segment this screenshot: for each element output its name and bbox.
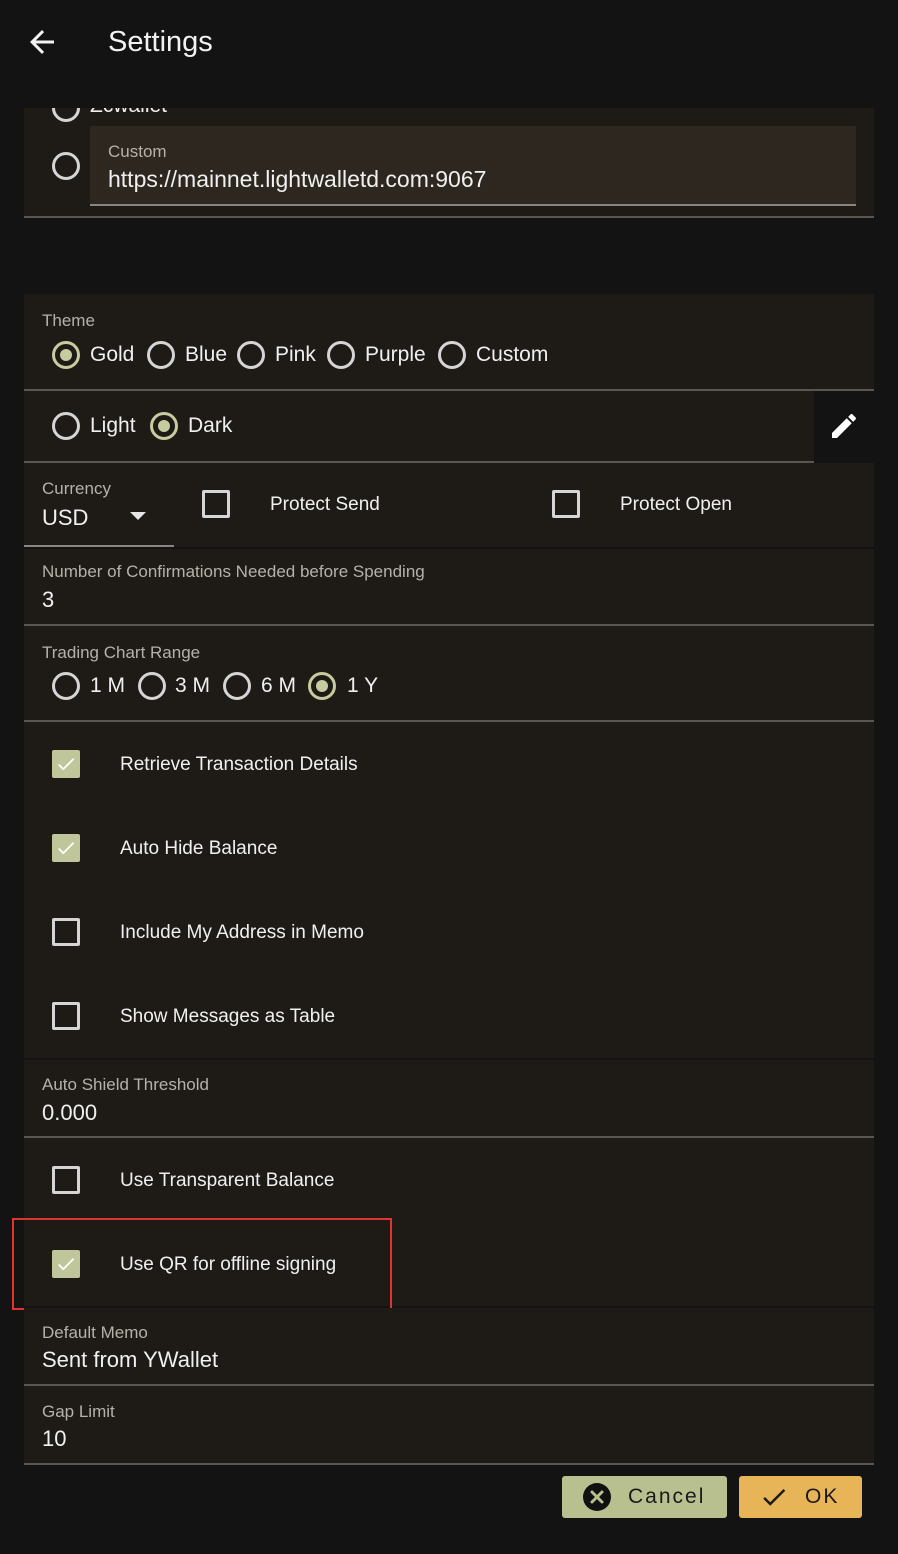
default-memo-label: Default Memo <box>42 1323 148 1342</box>
check-icon <box>763 1489 786 1506</box>
theme-card: Theme Gold Blue Pink Purple Custom <box>24 294 874 389</box>
cancel-button[interactable]: Cancel <box>562 1476 727 1518</box>
auto-shield-label: Auto Shield Threshold <box>42 1075 209 1094</box>
gap-limit-value: 10 <box>42 1426 67 1451</box>
auto-shield-field[interactable]: Auto Shield Threshold 0.000 <box>24 1060 874 1136</box>
server-option-radio[interactable] <box>52 108 80 122</box>
protect-open-label: Protect Open <box>620 494 732 515</box>
partial-option-row: Zcwallet <box>24 108 874 122</box>
check-icon <box>58 842 75 855</box>
custom-server-field[interactable]: Custom https://mainnet.lightwalletd.com:… <box>90 126 856 206</box>
range-1m-label: 1 M <box>90 674 126 697</box>
confirmations-field[interactable]: Number of Confirmations Needed before Sp… <box>24 549 874 624</box>
range-6m-label: 6 M <box>261 674 297 697</box>
protect-send-checkbox[interactable] <box>202 490 230 518</box>
light-radio[interactable] <box>52 412 80 440</box>
default-memo-value: Sent from YWallet <box>42 1347 219 1372</box>
chart-range-label: Trading Chart Range <box>42 643 201 662</box>
ok-button-label: OK <box>805 1485 840 1508</box>
field-underline <box>90 204 856 206</box>
theme-custom-radio[interactable] <box>438 341 466 369</box>
theme-pink-radio[interactable] <box>237 341 265 369</box>
toggles-card-2: Use Transparent Balance Use QR for offli… <box>24 1138 874 1306</box>
currency-row: Currency USD Protect Send Protect Open <box>24 463 874 547</box>
protect-open-checkbox[interactable] <box>552 490 580 518</box>
check-icon <box>58 758 75 771</box>
custom-server-radio[interactable] <box>52 152 80 180</box>
check-icon <box>58 1258 75 1271</box>
auto-hide-balance-label: Auto Hide Balance <box>120 838 278 859</box>
qr-offline-signing-checkbox[interactable] <box>52 1250 80 1278</box>
theme-blue-label: Blue <box>185 343 228 366</box>
messages-table-label: Show Messages as Table <box>120 1006 336 1027</box>
brightness-row: Light Dark <box>24 391 814 461</box>
chevron-down-icon <box>130 512 146 520</box>
gap-limit-field[interactable]: Gap Limit 10 <box>24 1386 874 1463</box>
ok-button[interactable]: OK <box>739 1476 862 1518</box>
toggles-card: Retrieve Transaction Details Auto Hide B… <box>24 722 874 1058</box>
theme-purple-radio[interactable] <box>327 341 355 369</box>
dark-radio[interactable] <box>150 412 178 440</box>
theme-purple-label: Purple <box>365 343 426 366</box>
theme-custom-label: Custom <box>476 343 549 366</box>
dark-label: Dark <box>188 414 233 437</box>
transparent-balance-checkbox[interactable] <box>52 1166 80 1194</box>
default-memo-field[interactable]: Default Memo Sent from YWallet <box>24 1308 874 1384</box>
range-3m-label: 3 M <box>175 674 211 697</box>
edit-theme-button[interactable] <box>814 391 874 461</box>
page-title: Settings <box>108 26 213 58</box>
server-card: Zcwallet Custom https://mainnet.lightwal… <box>24 108 874 216</box>
range-3m-radio[interactable] <box>138 672 166 700</box>
messages-table-checkbox[interactable] <box>52 1002 80 1030</box>
theme-gold-radio[interactable] <box>52 341 80 369</box>
divider <box>24 216 874 218</box>
confirmations-label: Number of Confirmations Needed before Sp… <box>42 562 425 581</box>
currency-dropdown[interactable]: Currency USD <box>24 463 174 547</box>
include-address-label: Include My Address in Memo <box>120 922 364 943</box>
include-address-checkbox[interactable] <box>52 918 80 946</box>
theme-blue-radio[interactable] <box>147 341 175 369</box>
app-bar: Settings <box>0 0 898 92</box>
custom-server-value: https://mainnet.lightwalletd.com:9067 <box>108 166 487 192</box>
server-option-label: Zcwallet <box>90 108 167 118</box>
confirmations-value: 3 <box>42 587 55 612</box>
theme-pink-label: Pink <box>275 343 316 366</box>
cancel-icon <box>583 1483 611 1511</box>
protect-send-label: Protect Send <box>270 494 380 515</box>
qr-offline-signing-label: Use QR for offline signing <box>120 1254 337 1275</box>
range-1m-radio[interactable] <box>52 672 80 700</box>
cancel-button-label: Cancel <box>628 1485 706 1508</box>
retrieve-details-label: Retrieve Transaction Details <box>120 754 358 775</box>
currency-label: Currency <box>42 479 111 498</box>
theme-gold-label: Gold <box>90 343 135 366</box>
chart-range-card: Trading Chart Range 1 M 3 M 6 M 1 Y <box>24 626 874 720</box>
range-1y-radio[interactable] <box>308 672 336 700</box>
range-1y-label: 1 Y <box>347 674 379 697</box>
light-label: Light <box>90 414 136 437</box>
custom-server-label: Custom <box>108 142 167 161</box>
dropdown-underline <box>24 545 174 547</box>
retrieve-details-checkbox[interactable] <box>52 750 80 778</box>
auto-hide-balance-checkbox[interactable] <box>52 834 80 862</box>
auto-shield-value: 0.000 <box>42 1100 98 1125</box>
currency-value: USD <box>42 505 89 530</box>
divider <box>24 1463 874 1465</box>
arrow-left-icon[interactable] <box>24 24 60 60</box>
transparent-balance-label: Use Transparent Balance <box>120 1170 335 1191</box>
pencil-icon <box>832 413 856 438</box>
gap-limit-label: Gap Limit <box>42 1402 115 1421</box>
theme-label: Theme <box>42 311 95 330</box>
range-6m-radio[interactable] <box>223 672 251 700</box>
